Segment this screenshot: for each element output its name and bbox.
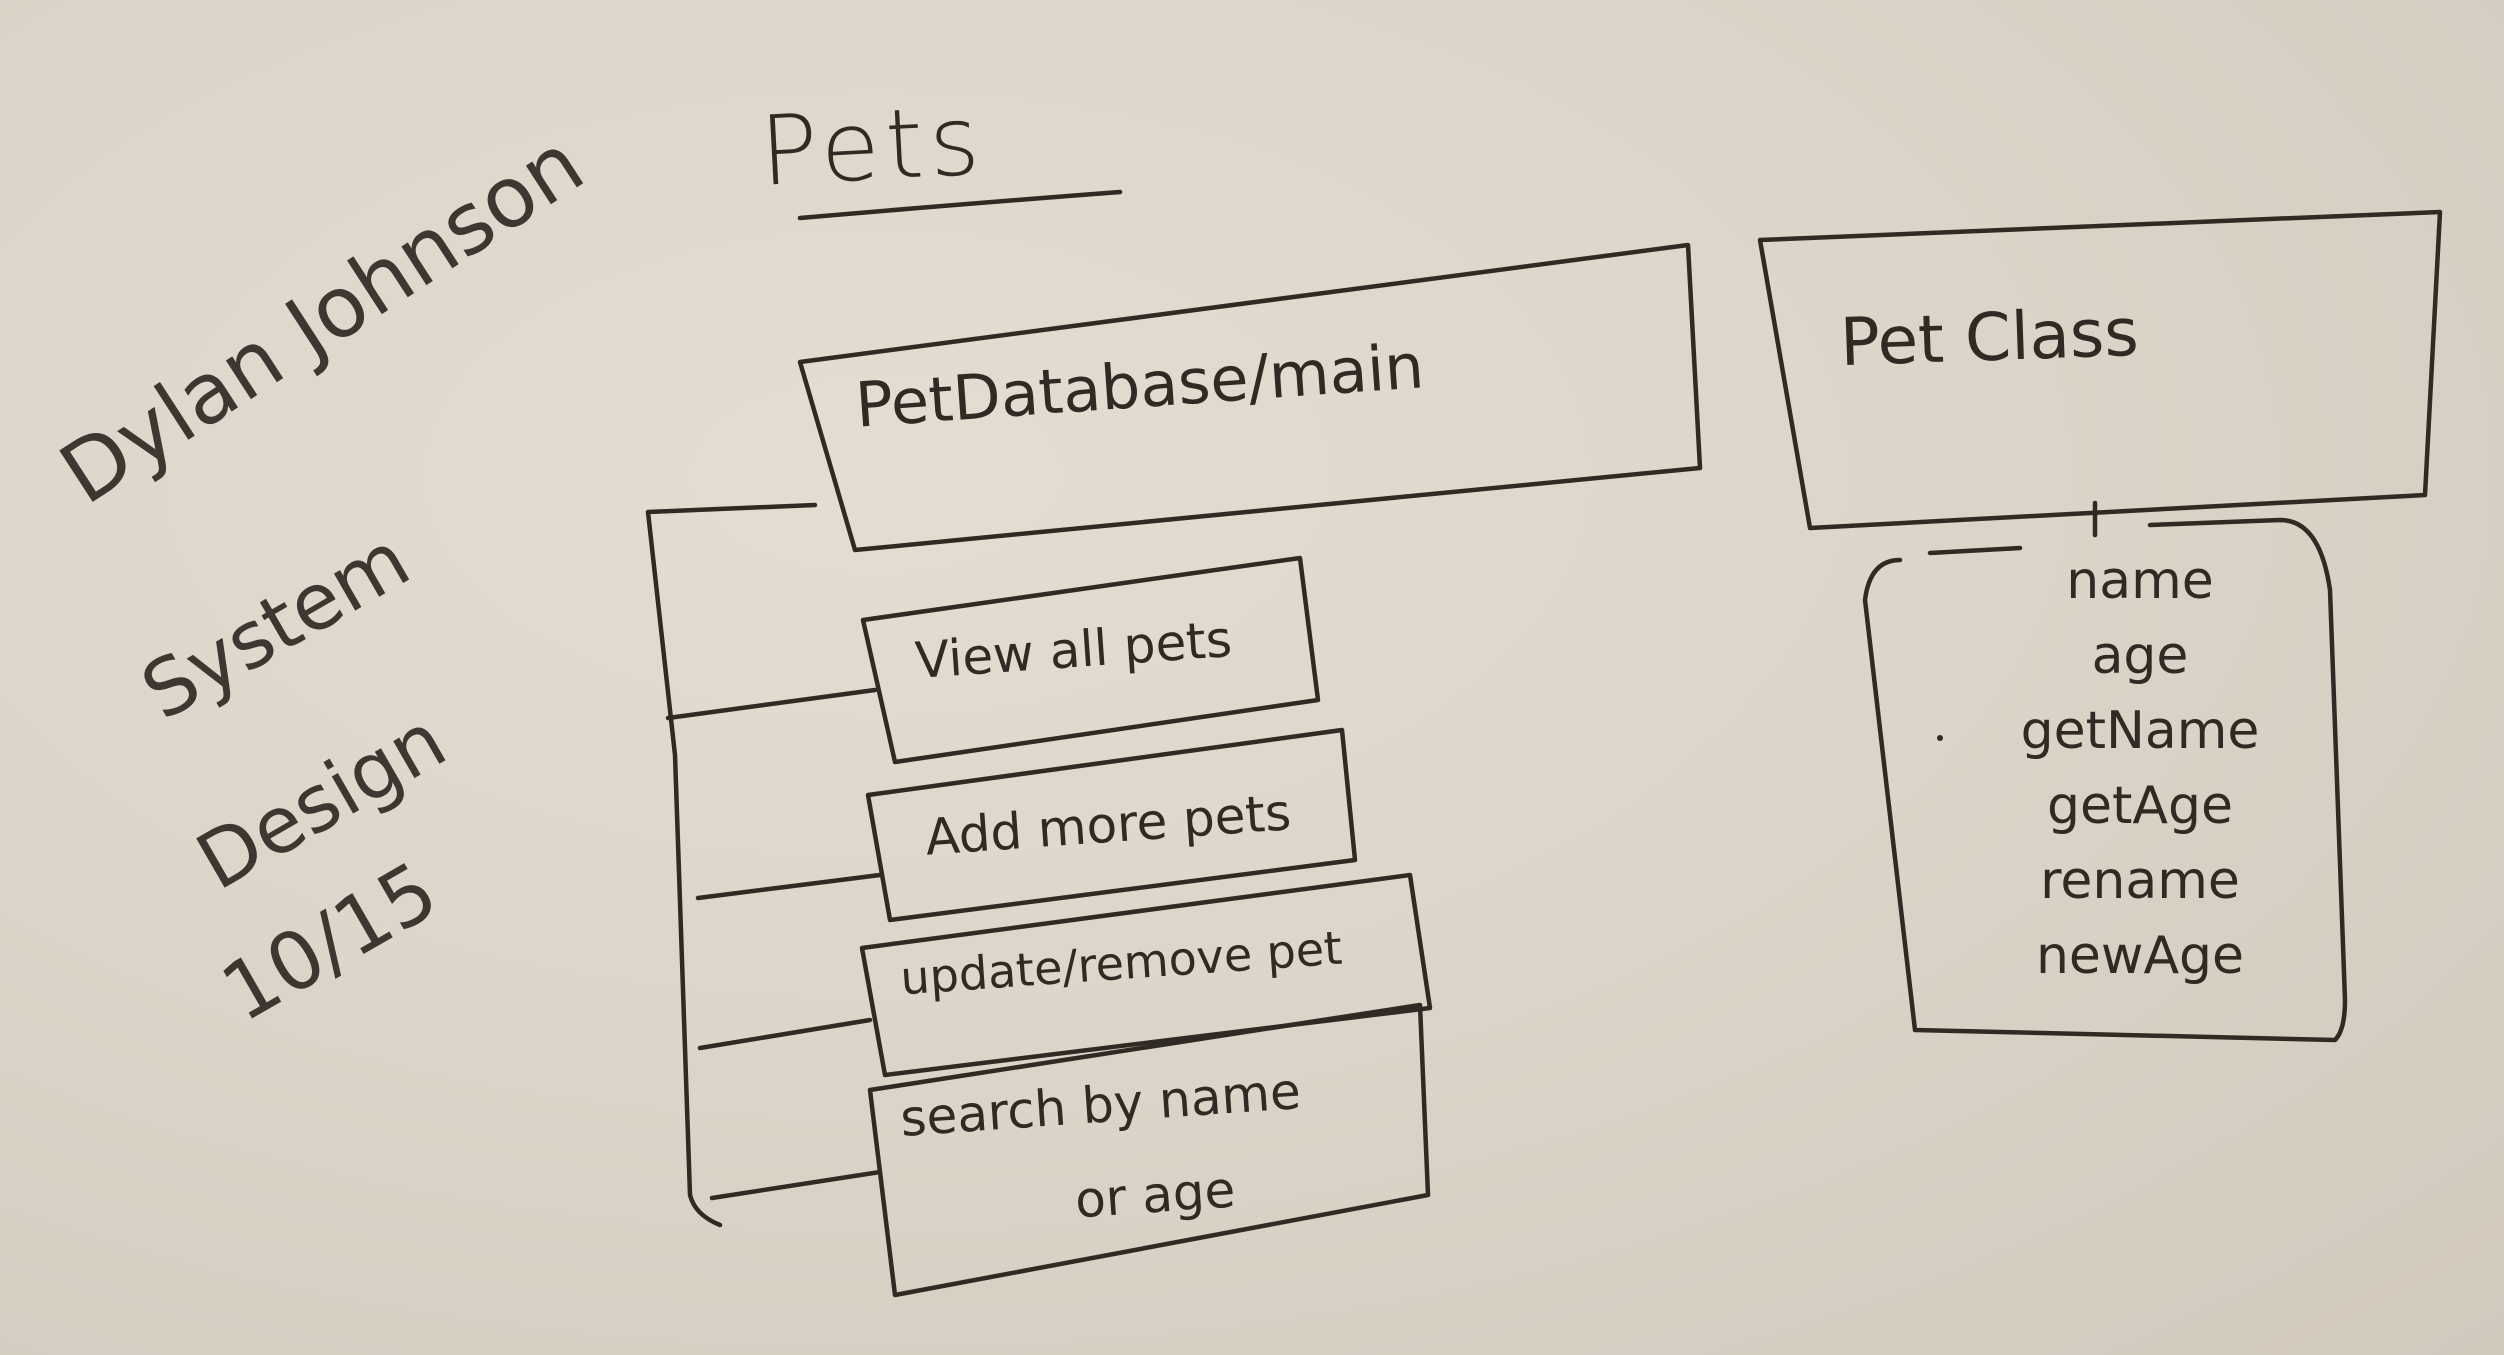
attribute-age: age: [2091, 626, 2189, 686]
tree-bus: [645, 502, 818, 1228]
connector-add: [695, 872, 883, 901]
attribute-getage: getAge: [2047, 776, 2233, 836]
box-search: [867, 1002, 1431, 1298]
attribute-rename: rename: [2040, 851, 2240, 911]
attribute-name: name: [2066, 551, 2214, 611]
marker-dot: [1937, 735, 1943, 741]
page-title: Pets: [757, 84, 988, 208]
connector-view: [665, 687, 878, 721]
connector-search: [709, 1169, 883, 1201]
function-search-line-2: or age: [1073, 1160, 1238, 1230]
whiteboard: Pets Dylan Johnson System Design 10/15 P…: [0, 0, 2504, 1355]
attribute-list: name age getName getAge rename newAge: [1950, 545, 2330, 995]
attribute-getname: getName: [2020, 701, 2260, 761]
class-box-label: Pet Class: [1838, 293, 2140, 382]
connector-update: [697, 1017, 873, 1051]
attribute-newage: newAge: [2035, 926, 2245, 986]
